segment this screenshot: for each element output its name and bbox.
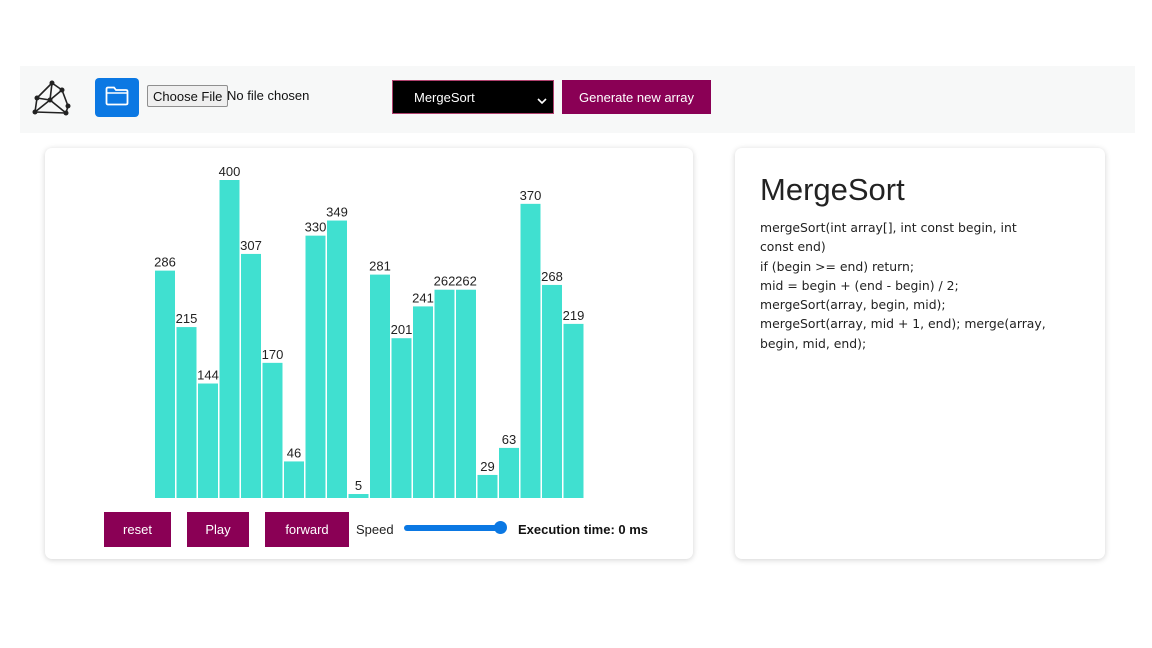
code-line: if (begin >= end) return; (760, 258, 915, 274)
bar-value-label: 286 (154, 255, 176, 270)
array-bar (542, 284, 562, 498)
array-bar (413, 306, 433, 498)
forward-button[interactable]: forward (265, 512, 349, 547)
bar-value-label: 201 (391, 322, 413, 337)
array-bar (176, 327, 197, 498)
bar-value-label: 241 (412, 290, 434, 305)
array-bar (477, 474, 498, 498)
execution-time: Execution time: 0 ms (518, 522, 649, 537)
bar-value-label: 144 (197, 368, 219, 383)
speed-label: Speed (356, 522, 394, 537)
bar-value-label: 215 (176, 311, 198, 326)
code-line: const end) (760, 239, 826, 255)
speed-slider-thumb[interactable] (494, 521, 507, 534)
code-line: mergeSort(array, mid + 1, end); merge(ar… (760, 316, 1046, 332)
bar-value-label: 219 (563, 308, 585, 323)
code-line: mergeSort(array, begin, mid); (760, 297, 946, 313)
bar-value-label: 370 (520, 188, 542, 203)
bar-value-label: 400 (219, 164, 241, 179)
reset-button[interactable]: reset (104, 512, 171, 547)
array-bar (520, 203, 541, 498)
bar-value-label: 29 (480, 459, 494, 474)
speed-slider[interactable] (404, 525, 502, 531)
bar-value-label: 63 (502, 432, 516, 447)
code-line: mergeSort(int array[], int const begin, … (760, 220, 1017, 235)
bar-value-label: 349 (326, 205, 348, 220)
array-bar (434, 289, 455, 498)
bar-value-label: 330 (305, 220, 327, 235)
code-line: mid = begin + (end - begin) / 2; (760, 277, 959, 293)
array-bar (456, 289, 476, 498)
array-bar (219, 180, 240, 498)
bar-value-label: 262 (455, 274, 477, 289)
bar-value-label: 307 (240, 238, 262, 253)
algorithm-code: mergeSort(int array[], int const begin, … (760, 218, 1080, 353)
array-bar (155, 270, 175, 498)
array-bar (262, 362, 283, 498)
code-line: begin, mid, end); (760, 335, 867, 351)
array-bar (370, 274, 390, 498)
algorithm-title: MergeSort (760, 172, 905, 207)
array-bar (284, 461, 304, 498)
array-bar (563, 323, 584, 498)
array-bar (499, 447, 519, 498)
bar-value-label: 46 (287, 445, 301, 460)
bar-value-label: 262 (434, 274, 456, 289)
array-bar (391, 338, 412, 498)
array-bar (348, 494, 369, 498)
array-bar (241, 253, 261, 498)
array-bar (305, 235, 326, 498)
bar-value-label: 170 (262, 347, 284, 362)
bar-value-label: 5 (355, 478, 362, 493)
array-bar (327, 220, 347, 499)
bar-value-label: 268 (541, 269, 563, 284)
bar-value-label: 281 (369, 259, 391, 274)
array-bar (198, 383, 218, 498)
play-button[interactable]: Play (187, 512, 249, 547)
